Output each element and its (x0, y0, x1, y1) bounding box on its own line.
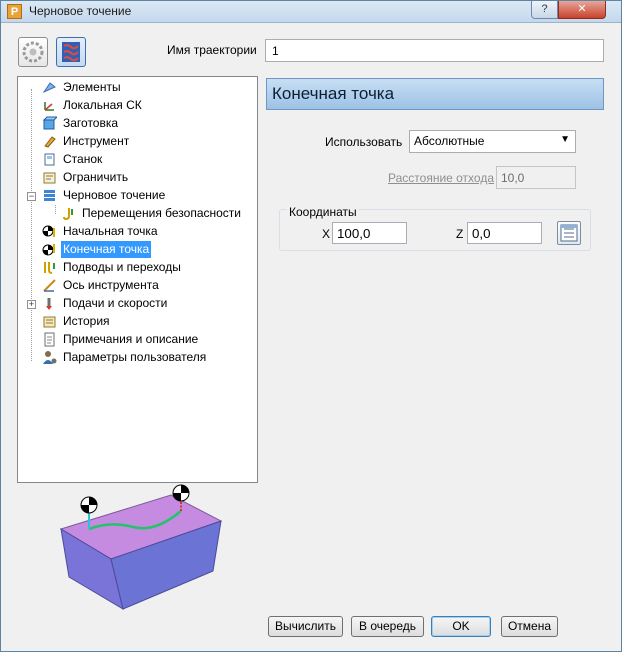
tree-item-label: Ось инструмента (63, 278, 159, 292)
end-marker-icon (172, 484, 190, 502)
coordinate-list-button[interactable] (557, 221, 581, 245)
coordinate-list-icon (560, 224, 578, 242)
use-label: Использовать (325, 135, 403, 149)
distance-input (496, 166, 576, 189)
x-label: X (322, 227, 331, 241)
expand-toggle[interactable]: + (27, 300, 36, 309)
ok-button[interactable]: OK (431, 616, 491, 637)
tree-item-label: Ограничить (63, 170, 129, 184)
tree-item-label: Заготовка (63, 116, 119, 130)
z-label: Z (456, 227, 464, 241)
coordinates-title: Координаты (287, 205, 359, 219)
close-button[interactable]: ✕ (558, 1, 606, 19)
tree-item-label: Локальная СК (63, 98, 142, 112)
tree-item-label: Элементы (63, 80, 121, 94)
tree-item-label: Подводы и переходы (63, 260, 181, 274)
tree-item-label: Инструмент (63, 134, 130, 148)
tree-item-label: Перемещения безопасности (82, 206, 242, 220)
tree-connector (31, 89, 32, 361)
trajectory-name-label: Имя траектории (167, 43, 257, 57)
tree-item-label: Начальная точка (63, 224, 158, 238)
safety-moves-icon (63, 208, 73, 221)
preview-illustration (59, 484, 223, 611)
use-dropdown[interactable]: Абсолютные ▼ (409, 130, 576, 153)
help-button[interactable]: ? (531, 1, 558, 19)
pattern-icon (62, 42, 80, 62)
tree-connector (55, 205, 56, 214)
z-coordinate-input[interactable] (467, 222, 542, 244)
app-logo-icon: P (7, 4, 22, 19)
calculate-button[interactable]: Вычислить (268, 616, 343, 637)
rough-turning-icon (44, 190, 55, 201)
distance-label: Расстояние отхода (388, 171, 495, 185)
settings-tree[interactable]: Элементы Локальная СК Заготовка Инструме… (17, 76, 258, 483)
x-coordinate-input[interactable] (332, 222, 407, 244)
use-selected-value: Абсолютные (414, 134, 485, 148)
curve-gear-button[interactable] (18, 37, 48, 67)
collapse-toggle[interactable]: − (27, 192, 36, 201)
feeds-speeds-icon (46, 298, 52, 310)
pattern-button[interactable] (56, 37, 86, 67)
tool-axis-icon (43, 279, 56, 292)
leads-links-icon (44, 262, 55, 274)
end-point-icon (42, 244, 55, 256)
curve-gear-icon (22, 41, 44, 63)
tree-item-label: Конечная точка (61, 241, 152, 258)
tree-item-label: Подачи и скорости (63, 296, 168, 310)
local-cs-icon (44, 102, 54, 111)
start-marker-icon (80, 496, 98, 514)
tool-icon (44, 136, 56, 148)
window-title: Черновое точение (29, 4, 132, 18)
title-bar: P Черновое точение ? ✕ (1, 1, 621, 23)
dialog-window: P Черновое точение ? ✕ Имя траектории Эл… (0, 0, 622, 652)
tree-item-label: Станок (63, 152, 103, 166)
cancel-button[interactable]: Отмена (501, 616, 558, 637)
history-icon (43, 316, 56, 328)
limit-icon (43, 172, 56, 184)
notes-icon (44, 332, 55, 347)
start-point-icon (42, 225, 55, 237)
dropdown-arrow-icon: ▼ (560, 134, 570, 145)
elements-icon (42, 82, 56, 94)
tree-item-label: Черновое точение (63, 188, 166, 202)
tree-item-label: Параметры пользователя (63, 350, 207, 364)
trajectory-name-input[interactable] (265, 39, 604, 62)
tree-item-label: История (63, 314, 110, 328)
user-params-icon (43, 351, 57, 364)
panel-header: Конечная точка (266, 78, 604, 110)
stock-icon (42, 116, 57, 130)
machine-icon (44, 153, 55, 166)
tree-item-label: Примечания и описание (63, 332, 199, 346)
queue-button[interactable]: В очередь (351, 616, 424, 637)
